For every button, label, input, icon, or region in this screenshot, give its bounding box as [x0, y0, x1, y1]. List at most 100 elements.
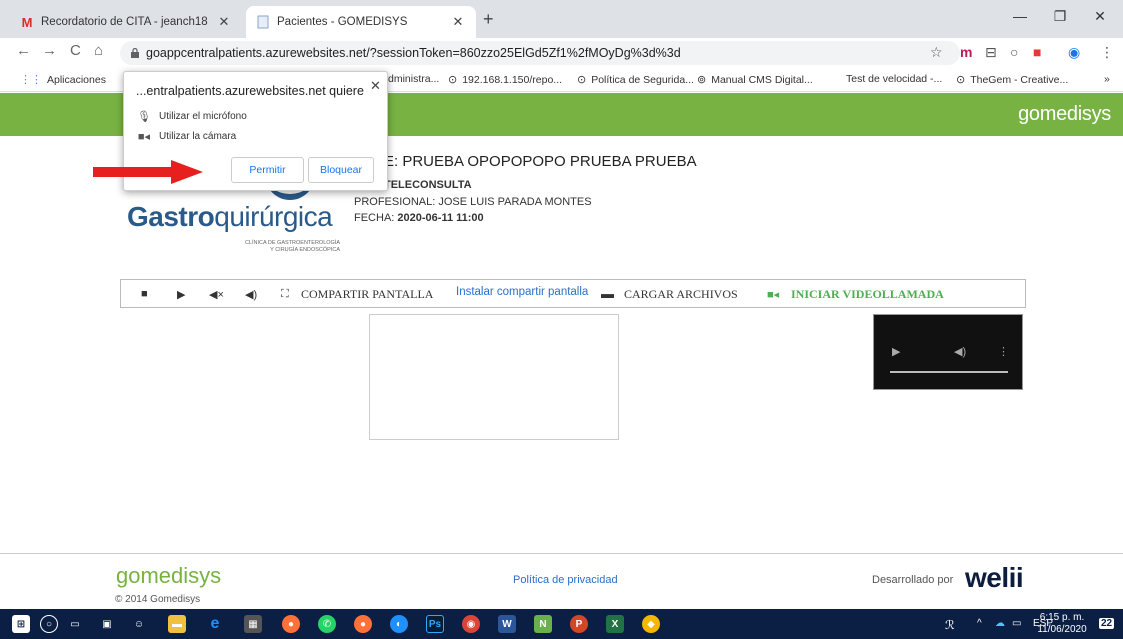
restore-icon[interactable]: ❐: [1040, 8, 1080, 25]
notifications-badge[interactable]: 22: [1099, 618, 1115, 629]
photoshop-icon[interactable]: Ps: [426, 615, 444, 633]
browser-tab-strip: M Recordatorio de CITA - jeanch18 ✕ Paci…: [0, 0, 1123, 38]
home-icon[interactable]: ⌂: [94, 42, 103, 59]
edge-icon[interactable]: e: [206, 615, 224, 633]
extension-circle-icon[interactable]: ○: [1010, 44, 1018, 60]
star-icon[interactable]: ☆: [930, 44, 943, 61]
tab-gmail[interactable]: M Recordatorio de CITA - jeanch18 ✕: [10, 6, 242, 38]
permission-camera: ■◂ Utilizar la cámara: [137, 131, 237, 143]
globe-icon: ⊙: [448, 74, 458, 86]
bookmark-thegem[interactable]: ⊙ TheGem - Creative...: [956, 73, 1068, 87]
globe-icon: ⊙: [956, 74, 966, 86]
block-button[interactable]: Bloquear: [308, 157, 374, 183]
start-icon[interactable]: ⊞: [12, 615, 30, 633]
bookmark-administra[interactable]: dministra...: [388, 73, 439, 85]
video-toolbar: ■ ▶ ◀× ◀) ⛶ COMPARTIR PANTALLA Instalar …: [120, 279, 1026, 308]
minimize-icon[interactable]: —: [1000, 8, 1040, 24]
firefox-icon[interactable]: ●: [282, 615, 300, 633]
microphone-icon: 🎙: [137, 111, 151, 123]
cortana-icon[interactable]: ○: [40, 615, 58, 633]
bookmarks-more-button[interactable]: »: [1104, 73, 1110, 85]
video-progress-bar[interactable]: [890, 371, 1008, 373]
bookmark-test-velocidad[interactable]: Test de velocidad -...: [846, 73, 942, 85]
bookmark-manual-cms[interactable]: ⊚ Manual CMS Digital...: [697, 73, 813, 87]
extension-box-icon[interactable]: ⊟: [985, 44, 997, 61]
close-tab-icon[interactable]: ✕: [216, 14, 232, 30]
popup-title: ...entralpatients.azurewebsites.net quie…: [136, 84, 364, 98]
store-icon[interactable]: ▣: [98, 615, 116, 633]
tab-title: Recordatorio de CITA - jeanch18: [41, 16, 208, 28]
gomedisys-logo: gomedisys: [1018, 103, 1111, 125]
bookmark-politica[interactable]: ⊙ Política de Segurida...: [577, 73, 694, 87]
camera-icon: ■◂: [137, 131, 151, 143]
reload-icon[interactable]: C: [70, 42, 81, 59]
play-icon[interactable]: ▶: [177, 288, 185, 301]
whatsapp-icon[interactable]: ✆: [318, 615, 336, 633]
patient-date: FECHA: 2020-06-11 11:00: [354, 212, 484, 224]
patient-professional: PROFESIONAL: JOSE LUIS PARADA MONTES: [354, 196, 592, 208]
profile-icon[interactable]: ◉: [1068, 44, 1080, 61]
new-tab-button[interactable]: +: [483, 9, 494, 30]
task-view-icon[interactable]: ▭: [66, 615, 84, 633]
tab-pacientes[interactable]: Pacientes - GOMEDISYS ✕: [246, 6, 476, 38]
forward-icon[interactable]: →: [42, 42, 57, 59]
clinic-subtitle: CLÍNICA DE GASTROENTEROLOGÍA Y CIRUGÍA E…: [244, 240, 340, 253]
taskbar: ⊞ ○ ▭ ▣ ☺ ▬ e ▦ ● ✆ ● ◐ Ps ◉ W N P X ◆ ℛ…: [0, 609, 1123, 639]
gmail-icon: M: [21, 14, 33, 30]
navigation-bar: ← → C ⌂ goappcentralpatients.azurewebsit…: [0, 38, 1123, 68]
extension-red-icon[interactable]: ■: [1033, 44, 1041, 60]
video-camera-icon: ■◂: [767, 289, 780, 301]
welii-logo[interactable]: welii: [965, 562, 1024, 594]
close-tab-icon[interactable]: ✕: [450, 14, 466, 30]
back-icon[interactable]: ←: [16, 42, 31, 59]
excel-icon[interactable]: X: [606, 615, 624, 633]
extension-m-icon[interactable]: m: [960, 44, 972, 60]
onedrive-icon[interactable]: ☁: [995, 618, 1005, 629]
upload-files-button[interactable]: CARGAR ARCHIVOS: [624, 287, 738, 302]
calculator-icon[interactable]: ▦: [244, 615, 262, 633]
play-icon[interactable]: ▶: [892, 345, 900, 358]
mute-icon[interactable]: ◀×: [209, 288, 224, 301]
share-screen-button[interactable]: COMPARTIR PANTALLA: [301, 287, 433, 302]
people-tray-icon[interactable]: ℛ: [945, 618, 955, 632]
app-yellow-icon[interactable]: ◆: [642, 615, 660, 633]
remote-video-player[interactable]: ▶ ◀) ⋮: [873, 314, 1023, 390]
allow-button[interactable]: Permitir: [231, 157, 304, 183]
red-arrow-annotation: [93, 160, 203, 184]
taskbar-clock[interactable]: 6:15 p. m. 11/06/2020: [1036, 612, 1088, 636]
globe-icon: ⊙: [577, 74, 587, 86]
patient-title: ENTE: PRUEBA OPOPOPOPO PRUEBA PRUEBA: [354, 153, 697, 170]
fullscreen-icon[interactable]: ⛶: [281, 288, 289, 301]
copyright: © 2014 Gomedisys: [115, 594, 201, 605]
install-share-screen-link[interactable]: Instalar compartir pantalla: [456, 286, 588, 298]
people-icon[interactable]: ☺: [130, 615, 148, 633]
bookmark-192[interactable]: ⊙ 192.168.1.150/repo...: [448, 73, 562, 87]
show-hidden-icons[interactable]: ^: [977, 618, 982, 629]
footer-logo: gomedisys: [116, 563, 222, 588]
network-icon[interactable]: ▭: [1012, 618, 1021, 629]
chrome-icon[interactable]: ◉: [462, 615, 480, 633]
word-icon[interactable]: W: [498, 615, 516, 633]
close-window-icon[interactable]: ✕: [1080, 8, 1120, 25]
app-green-icon[interactable]: N: [534, 615, 552, 633]
edge-chromium-icon[interactable]: ◐: [390, 615, 408, 633]
file-explorer-icon[interactable]: ▬: [168, 615, 186, 633]
lock-icon: [131, 48, 139, 58]
more-options-icon[interactable]: ⋮: [998, 345, 1009, 358]
start-videocall-button[interactable]: INICIAR VIDEOLLAMADA: [791, 287, 944, 302]
address-bar[interactable]: goappcentralpatients.azurewebsites.net/?…: [120, 41, 960, 65]
folder-icon: ▬: [601, 286, 614, 301]
local-video: [369, 314, 619, 440]
stop-icon[interactable]: ■: [141, 288, 148, 300]
privacy-link[interactable]: Política de privacidad: [513, 574, 618, 586]
menu-icon[interactable]: ⋮: [1100, 44, 1114, 61]
close-icon[interactable]: ✕: [370, 78, 381, 94]
developed-by-label: Desarrollado por: [872, 574, 954, 586]
volume-icon[interactable]: ◀): [954, 345, 966, 358]
volume-icon[interactable]: ◀): [245, 288, 257, 301]
bookmark-apps[interactable]: ⋮⋮ Aplicaciones: [20, 73, 106, 87]
page-icon: [256, 15, 270, 29]
firefox-dev-icon[interactable]: ●: [354, 615, 372, 633]
tab-title: Pacientes - GOMEDISYS: [277, 16, 408, 28]
powerpoint-icon[interactable]: P: [570, 615, 588, 633]
